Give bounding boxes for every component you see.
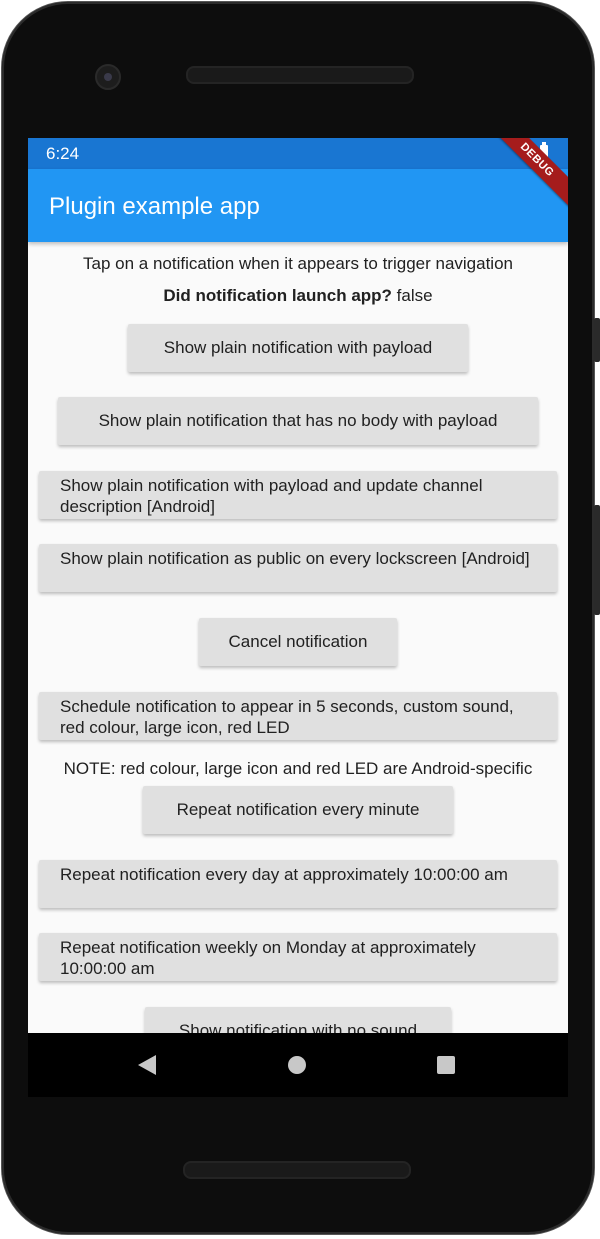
launch-status: Did notification launch app? false bbox=[28, 286, 568, 306]
no-sound-notification-button[interactable]: Show notification with no sound bbox=[145, 1007, 451, 1033]
navigation-bar bbox=[28, 1033, 568, 1097]
update-channel-description-button[interactable]: Show plain notification with payload and… bbox=[39, 471, 557, 519]
public-lockscreen-notification-button[interactable]: Show plain notification as public on eve… bbox=[39, 544, 557, 592]
schedule-notification-button[interactable]: Schedule notification to appear in 5 sec… bbox=[39, 692, 557, 740]
repeat-every-minute-button[interactable]: Repeat notification every minute bbox=[143, 786, 453, 834]
back-icon[interactable] bbox=[138, 1055, 156, 1075]
home-icon[interactable] bbox=[288, 1056, 306, 1074]
recents-icon[interactable] bbox=[437, 1056, 455, 1074]
power-button[interactable] bbox=[594, 318, 600, 362]
show-plain-notification-button[interactable]: Show plain notification with payload bbox=[128, 324, 468, 372]
repeat-weekly-button[interactable]: Repeat notification weekly on Monday at … bbox=[39, 933, 557, 981]
app-bar: Plugin example app bbox=[28, 169, 568, 242]
volume-button[interactable] bbox=[594, 505, 600, 615]
show-no-body-notification-button[interactable]: Show plain notification that has no body… bbox=[58, 397, 538, 445]
status-time: 6:24 bbox=[46, 144, 80, 163]
launch-value: false bbox=[396, 286, 433, 305]
repeat-every-day-button[interactable]: Repeat notification every day at approxi… bbox=[39, 860, 557, 908]
instruction-text: Tap on a notification when it appears to… bbox=[83, 254, 513, 273]
screen: 6:24 Plugin example app DEBUG Tap on a n… bbox=[28, 138, 568, 1033]
camera-icon bbox=[95, 64, 121, 90]
bottom-speaker bbox=[183, 1161, 411, 1179]
launch-label: Did notification launch app? bbox=[163, 286, 392, 305]
page-title: Plugin example app bbox=[49, 193, 260, 220]
top-speaker bbox=[186, 66, 414, 84]
status-bar: 6:24 bbox=[28, 138, 568, 169]
android-note: NOTE: red colour, large icon and red LED… bbox=[63, 759, 533, 778]
cancel-notification-button[interactable]: Cancel notification bbox=[199, 618, 397, 666]
